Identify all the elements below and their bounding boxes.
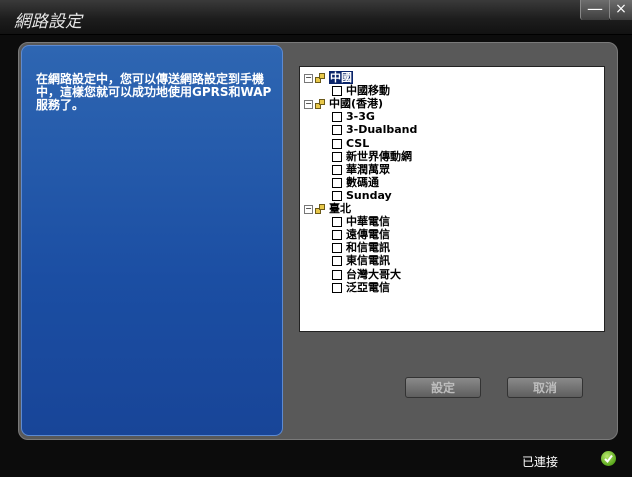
network-tree[interactable]: − 中國 中國移動 − 中國(香港) 3-3G 3-Dualband CSL 新世界傳動網 華潤萬… [299,66,605,332]
tree-item-label[interactable]: 華潤萬眾 [346,163,390,176]
network-checkbox[interactable] [332,177,342,188]
network-checkbox[interactable] [332,125,342,136]
network-group-icon [315,204,325,214]
tree-group-label[interactable]: 中國(香港) [329,97,383,110]
tree-item-label[interactable]: Sunday [346,189,392,202]
tree-expander-icon[interactable]: − [304,205,313,214]
network-group-icon [315,99,325,110]
tree-expander-icon[interactable]: − [304,74,313,83]
tree-item-label[interactable]: 東信電訊 [346,254,390,267]
tree-item-label[interactable]: 3-Dualband [346,123,417,136]
network-checkbox[interactable] [332,86,342,97]
tree-group-label[interactable]: 臺北 [329,202,351,215]
network-checkbox[interactable] [332,243,342,254]
close-button[interactable]: × [609,0,632,20]
tree-item-label[interactable]: 中華電信 [346,215,390,228]
network-checkbox[interactable] [332,151,342,162]
network-checkbox[interactable] [332,164,342,175]
tree-item-label[interactable]: 台灣大哥大 [346,268,401,281]
cancel-button[interactable]: 取消 [507,377,583,398]
network-checkbox[interactable] [332,256,342,267]
tree-item-label[interactable]: CSL [346,137,369,150]
check-icon [601,451,616,466]
title-bar[interactable]: 網路設定 — × [0,0,632,35]
network-group-icon [315,73,325,83]
app-window: 網路設定 — × 在網路設定中，您可以傳送網路設定到手機中，這樣您就可以成功地使… [0,0,632,477]
tree-item-label[interactable]: 3-3G [346,110,375,123]
window-controls: — × [580,0,632,22]
network-checkbox[interactable] [332,217,342,228]
tree-item-label[interactable]: 遠傳電信 [346,228,390,241]
network-checkbox[interactable] [332,269,342,280]
info-panel: 在網路設定中，您可以傳送網路設定到手機中，這樣您就可以成功地使用GPRS和WAP… [21,45,283,436]
tree-item-label[interactable]: 數碼通 [346,176,379,189]
main-panel: 在網路設定中，您可以傳送網路設定到手機中，這樣您就可以成功地使用GPRS和WAP… [18,42,618,440]
tree-item-label[interactable]: 泛亞電信 [346,281,390,294]
network-checkbox[interactable] [332,190,342,201]
tree-item-label[interactable]: 中國移動 [346,84,390,97]
network-checkbox[interactable] [332,138,342,149]
minimize-button[interactable]: — [580,0,609,20]
tree-expander-icon[interactable]: − [304,100,313,110]
tree-item-label[interactable]: 新世界傳動網 [346,150,412,163]
window-title: 網路設定 [14,12,82,32]
set-button[interactable]: 設定 [405,377,481,398]
network-checkbox[interactable] [332,230,342,241]
network-checkbox[interactable] [332,282,342,293]
network-checkbox[interactable] [332,112,342,123]
tree-item-label[interactable]: 和信電訊 [346,241,390,254]
description-text: 在網路設定中，您可以傳送網路設定到手機中，這樣您就可以成功地使用GPRS和WAP… [36,72,272,112]
tree-group-label[interactable]: 中國 [329,71,353,84]
connection-status: 已連接 [522,455,559,469]
